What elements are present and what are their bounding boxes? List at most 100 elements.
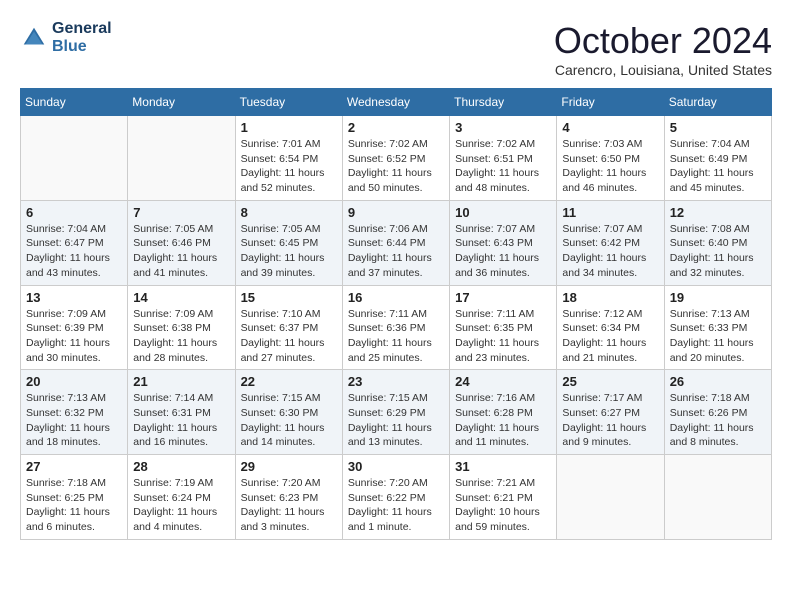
logo-icon: [20, 24, 48, 52]
day-info: Sunrise: 7:02 AMSunset: 6:52 PMDaylight:…: [348, 137, 444, 196]
day-info: Sunrise: 7:13 AMSunset: 6:33 PMDaylight:…: [670, 307, 766, 366]
calendar-cell: 12 Sunrise: 7:08 AMSunset: 6:40 PMDayligh…: [664, 200, 771, 285]
day-number: 12: [670, 205, 766, 220]
day-info: Sunrise: 7:08 AMSunset: 6:40 PMDaylight:…: [670, 222, 766, 281]
day-info: Sunrise: 7:04 AMSunset: 6:47 PMDaylight:…: [26, 222, 122, 281]
calendar-cell: 30 Sunrise: 7:20 AMSunset: 6:22 PMDayligh…: [342, 455, 449, 540]
day-info: Sunrise: 7:12 AMSunset: 6:34 PMDaylight:…: [562, 307, 658, 366]
day-info: Sunrise: 7:03 AMSunset: 6:50 PMDaylight:…: [562, 137, 658, 196]
day-number: 6: [26, 205, 122, 220]
day-number: 28: [133, 459, 229, 474]
calendar-cell: 5 Sunrise: 7:04 AMSunset: 6:49 PMDaylight…: [664, 116, 771, 201]
weekday-header: Friday: [557, 89, 664, 116]
day-info: Sunrise: 7:06 AMSunset: 6:44 PMDaylight:…: [348, 222, 444, 281]
day-number: 14: [133, 290, 229, 305]
logo-text: General Blue: [52, 20, 112, 55]
calendar-cell: 22 Sunrise: 7:15 AMSunset: 6:30 PMDayligh…: [235, 370, 342, 455]
day-info: Sunrise: 7:04 AMSunset: 6:49 PMDaylight:…: [670, 137, 766, 196]
calendar-cell: [557, 455, 664, 540]
day-info: Sunrise: 7:14 AMSunset: 6:31 PMDaylight:…: [133, 391, 229, 450]
day-number: 16: [348, 290, 444, 305]
day-info: Sunrise: 7:05 AMSunset: 6:46 PMDaylight:…: [133, 222, 229, 281]
day-number: 3: [455, 120, 551, 135]
calendar-cell: [128, 116, 235, 201]
calendar-cell: 28 Sunrise: 7:19 AMSunset: 6:24 PMDayligh…: [128, 455, 235, 540]
day-info: Sunrise: 7:10 AMSunset: 6:37 PMDaylight:…: [241, 307, 337, 366]
calendar-cell: 4Sunrise: 7:03 AMSunset: 6:50 PMDaylight…: [557, 116, 664, 201]
day-number: 27: [26, 459, 122, 474]
calendar-cell: 31 Sunrise: 7:21 AMSunset: 6:21 PMDayligh…: [450, 455, 557, 540]
calendar-cell: 6 Sunrise: 7:04 AMSunset: 6:47 PMDaylight…: [21, 200, 128, 285]
day-number: 13: [26, 290, 122, 305]
day-info: Sunrise: 7:09 AMSunset: 6:39 PMDaylight:…: [26, 307, 122, 366]
day-number: 20: [26, 374, 122, 389]
day-info: Sunrise: 7:07 AMSunset: 6:43 PMDaylight:…: [455, 222, 551, 281]
calendar-cell: 8Sunrise: 7:05 AMSunset: 6:45 PMDaylight…: [235, 200, 342, 285]
weekday-header: Sunday: [21, 89, 128, 116]
day-info: Sunrise: 7:15 AMSunset: 6:29 PMDaylight:…: [348, 391, 444, 450]
day-number: 21: [133, 374, 229, 389]
day-number: 7: [133, 205, 229, 220]
calendar-cell: 13 Sunrise: 7:09 AMSunset: 6:39 PMDayligh…: [21, 285, 128, 370]
day-number: 8: [241, 205, 337, 220]
calendar-cell: 20 Sunrise: 7:13 AMSunset: 6:32 PMDayligh…: [21, 370, 128, 455]
day-number: 15: [241, 290, 337, 305]
calendar-cell: 18 Sunrise: 7:12 AMSunset: 6:34 PMDayligh…: [557, 285, 664, 370]
day-number: 26: [670, 374, 766, 389]
day-number: 18: [562, 290, 658, 305]
weekday-header: Tuesday: [235, 89, 342, 116]
calendar-cell: 10 Sunrise: 7:07 AMSunset: 6:43 PMDayligh…: [450, 200, 557, 285]
calendar-cell: 29 Sunrise: 7:20 AMSunset: 6:23 PMDayligh…: [235, 455, 342, 540]
day-number: 30: [348, 459, 444, 474]
day-info: Sunrise: 7:15 AMSunset: 6:30 PMDaylight:…: [241, 391, 337, 450]
calendar-cell: 17 Sunrise: 7:11 AMSunset: 6:35 PMDayligh…: [450, 285, 557, 370]
day-number: 10: [455, 205, 551, 220]
month-title: October 2024: [554, 20, 772, 62]
calendar-cell: 23 Sunrise: 7:15 AMSunset: 6:29 PMDayligh…: [342, 370, 449, 455]
day-info: Sunrise: 7:07 AMSunset: 6:42 PMDaylight:…: [562, 222, 658, 281]
day-info: Sunrise: 7:17 AMSunset: 6:27 PMDaylight:…: [562, 391, 658, 450]
day-number: 1: [241, 120, 337, 135]
calendar-cell: 9 Sunrise: 7:06 AMSunset: 6:44 PMDaylight…: [342, 200, 449, 285]
day-info: Sunrise: 7:01 AMSunset: 6:54 PMDaylight:…: [241, 137, 337, 196]
day-number: 5: [670, 120, 766, 135]
calendar-table: SundayMondayTuesdayWednesdayThursdayFrid…: [20, 88, 772, 540]
day-info: Sunrise: 7:11 AMSunset: 6:36 PMDaylight:…: [348, 307, 444, 366]
calendar-cell: 26 Sunrise: 7:18 AMSunset: 6:26 PMDayligh…: [664, 370, 771, 455]
page-header: General Blue October 2024 Carencro, Loui…: [20, 20, 772, 78]
day-info: Sunrise: 7:19 AMSunset: 6:24 PMDaylight:…: [133, 476, 229, 535]
day-info: Sunrise: 7:20 AMSunset: 6:23 PMDaylight:…: [241, 476, 337, 535]
day-number: 31: [455, 459, 551, 474]
calendar-cell: 2 Sunrise: 7:02 AMSunset: 6:52 PMDaylight…: [342, 116, 449, 201]
calendar-cell: [21, 116, 128, 201]
weekday-header: Saturday: [664, 89, 771, 116]
day-info: Sunrise: 7:11 AMSunset: 6:35 PMDaylight:…: [455, 307, 551, 366]
day-info: Sunrise: 7:16 AMSunset: 6:28 PMDaylight:…: [455, 391, 551, 450]
day-number: 22: [241, 374, 337, 389]
location: Carencro, Louisiana, United States: [554, 62, 772, 78]
calendar-cell: 16 Sunrise: 7:11 AMSunset: 6:36 PMDayligh…: [342, 285, 449, 370]
calendar-cell: 14Sunrise: 7:09 AMSunset: 6:38 PMDayligh…: [128, 285, 235, 370]
day-info: Sunrise: 7:21 AMSunset: 6:21 PMDaylight:…: [455, 476, 551, 535]
day-number: 25: [562, 374, 658, 389]
day-info: Sunrise: 7:18 AMSunset: 6:25 PMDaylight:…: [26, 476, 122, 535]
day-info: Sunrise: 7:20 AMSunset: 6:22 PMDaylight:…: [348, 476, 444, 535]
day-number: 24: [455, 374, 551, 389]
day-info: Sunrise: 7:02 AMSunset: 6:51 PMDaylight:…: [455, 137, 551, 196]
day-number: 29: [241, 459, 337, 474]
day-number: 2: [348, 120, 444, 135]
title-block: October 2024 Carencro, Louisiana, United…: [554, 20, 772, 78]
day-number: 19: [670, 290, 766, 305]
day-info: Sunrise: 7:18 AMSunset: 6:26 PMDaylight:…: [670, 391, 766, 450]
weekday-header: Wednesday: [342, 89, 449, 116]
day-number: 11: [562, 205, 658, 220]
day-info: Sunrise: 7:13 AMSunset: 6:32 PMDaylight:…: [26, 391, 122, 450]
weekday-header: Monday: [128, 89, 235, 116]
day-number: 17: [455, 290, 551, 305]
day-number: 23: [348, 374, 444, 389]
day-number: 9: [348, 205, 444, 220]
calendar-cell: 27 Sunrise: 7:18 AMSunset: 6:25 PMDayligh…: [21, 455, 128, 540]
calendar-cell: 11 Sunrise: 7:07 AMSunset: 6:42 PMDayligh…: [557, 200, 664, 285]
logo: General Blue: [20, 20, 112, 55]
calendar-cell: 1 Sunrise: 7:01 AMSunset: 6:54 PMDaylight…: [235, 116, 342, 201]
